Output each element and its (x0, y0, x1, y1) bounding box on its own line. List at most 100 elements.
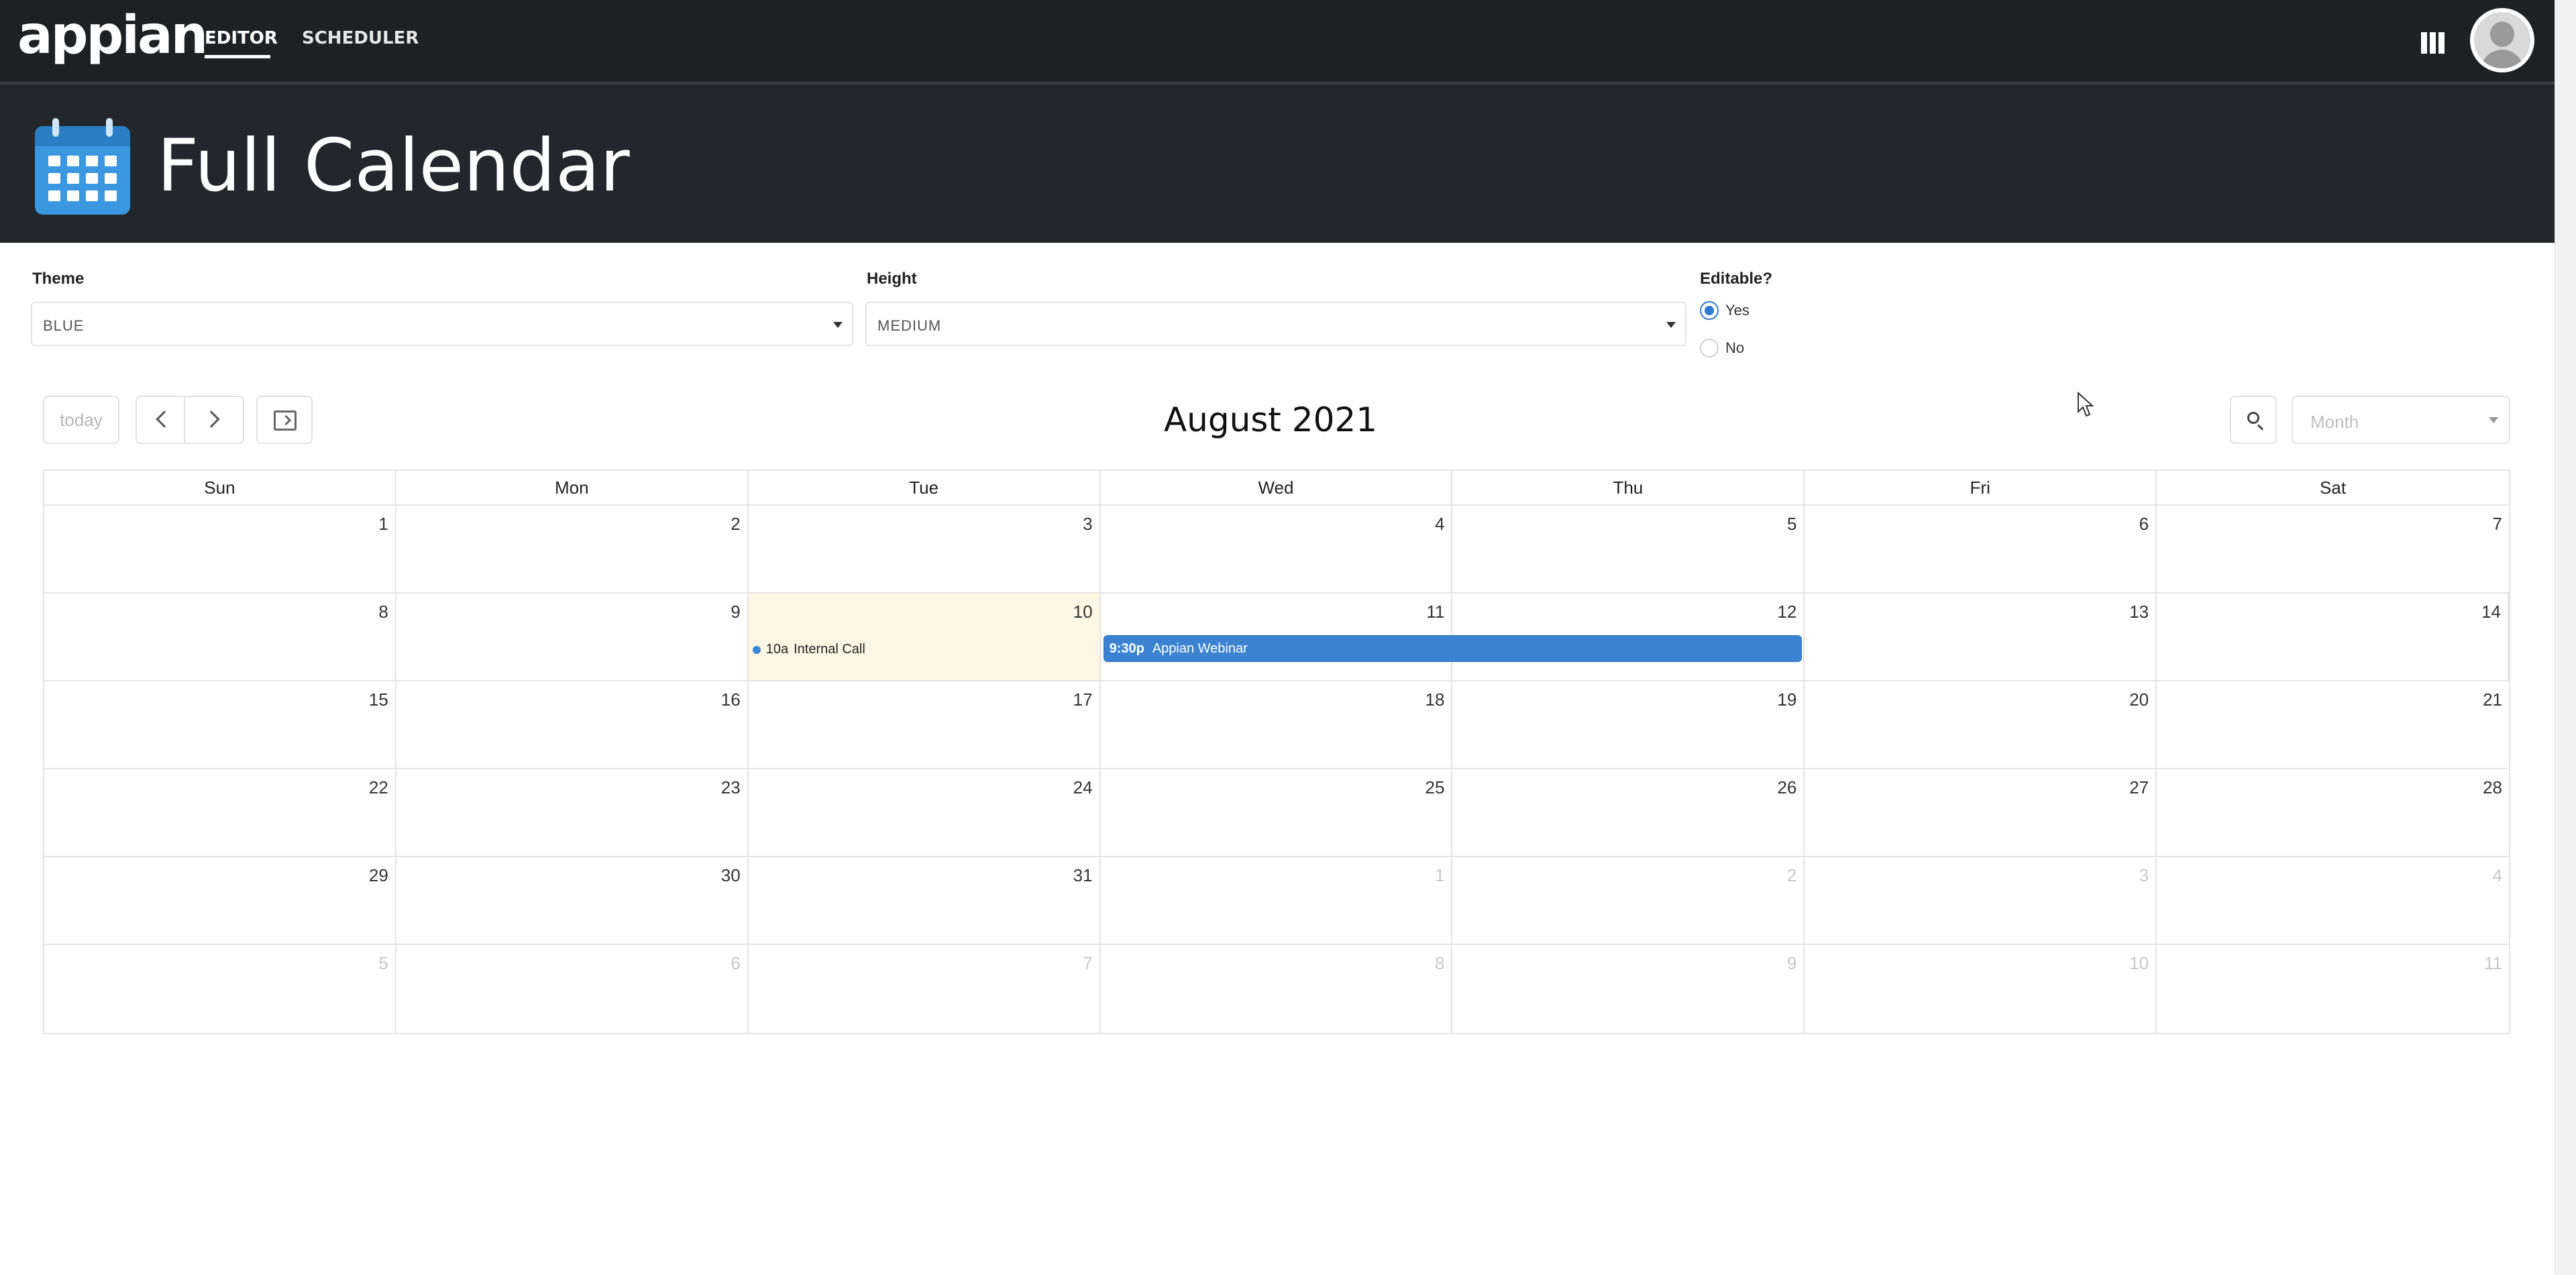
day-number[interactable]: 3 (2139, 865, 2149, 886)
day-number[interactable]: 26 (1777, 777, 1796, 798)
prev-month-button[interactable] (136, 396, 185, 444)
day-number[interactable]: 27 (2129, 777, 2149, 798)
day-number[interactable]: 2 (731, 514, 740, 535)
day-number[interactable]: 4 (2493, 865, 2502, 886)
calendar-day[interactable]: 8 (1101, 945, 1453, 1033)
day-number[interactable]: 12 (1777, 602, 1796, 622)
calendar-day[interactable]: 8 (44, 594, 396, 680)
calendar-day[interactable]: 28 (2157, 769, 2509, 856)
calendar-event[interactable]: 10a Internal Call (752, 642, 865, 657)
height-select[interactable]: MEDIUM (865, 302, 1686, 346)
calendar-day[interactable]: 7 (749, 945, 1101, 1033)
day-number[interactable]: 20 (2129, 689, 2149, 710)
day-number[interactable]: 21 (2483, 689, 2502, 710)
next-month-button[interactable] (184, 396, 244, 444)
apps-grid-icon[interactable] (2421, 32, 2448, 54)
day-number[interactable]: 5 (378, 953, 388, 974)
day-number[interactable]: 30 (721, 865, 741, 886)
calendar-day[interactable]: 23 (396, 769, 749, 856)
day-number[interactable]: 7 (2493, 514, 2502, 535)
calendar-day[interactable]: 20 (1805, 681, 2157, 768)
calendar-day[interactable]: 14 (2157, 594, 2509, 680)
calendar-day[interactable]: 26 (1452, 769, 1805, 856)
day-number[interactable]: 6 (731, 953, 740, 974)
calendar-day[interactable]: 17 (749, 681, 1101, 768)
day-number[interactable]: 13 (2129, 602, 2149, 622)
tab-scheduler[interactable]: SCHEDULER (302, 30, 419, 47)
day-number[interactable]: 16 (721, 689, 741, 710)
day-number[interactable]: 19 (1777, 689, 1796, 710)
day-number[interactable]: 15 (369, 689, 388, 710)
scrollbar[interactable] (2555, 0, 2576, 1275)
calendar-day[interactable]: 29 (44, 857, 396, 944)
calendar-day[interactable]: 27 (1805, 769, 2157, 856)
day-number[interactable]: 4 (1435, 514, 1444, 535)
calendar-day[interactable]: 5 (1452, 506, 1805, 592)
day-number[interactable]: 11 (2484, 953, 2502, 974)
calendar-day[interactable]: 31 (749, 857, 1101, 944)
day-number[interactable]: 23 (721, 777, 741, 798)
calendar-day[interactable]: 19 (1452, 681, 1805, 768)
theme-select[interactable]: BLUE (31, 302, 853, 346)
calendar-day[interactable]: 7 (2157, 506, 2509, 592)
calendar-day[interactable]: 11 (2157, 945, 2509, 1033)
calendar-day[interactable]: 18 (1101, 681, 1453, 768)
radio-no[interactable] (1700, 339, 1719, 357)
tab-editor[interactable]: EDITOR (205, 30, 278, 47)
day-number[interactable]: 11 (1426, 602, 1444, 622)
day-number[interactable]: 18 (1426, 689, 1445, 710)
search-button[interactable] (2230, 396, 2277, 444)
calendar-day[interactable]: 9 (396, 594, 749, 680)
day-number[interactable]: 14 (2481, 602, 2501, 622)
calendar-day[interactable]: 15 (44, 681, 396, 768)
calendar-day-today[interactable]: 10 10a Internal Call (748, 594, 1101, 680)
day-number[interactable]: 25 (1426, 777, 1445, 798)
day-number[interactable]: 1 (378, 514, 388, 535)
calendar-day[interactable]: 16 (396, 681, 749, 768)
day-number[interactable]: 10 (1073, 602, 1093, 622)
calendar-event[interactable]: 9:30p Appian Webinar (1103, 635, 1803, 662)
appian-logo[interactable]: appian (17, 9, 208, 62)
day-number[interactable]: 7 (1083, 953, 1092, 974)
calendar-day[interactable]: 13 (1805, 594, 2157, 680)
calendar-day[interactable]: 24 (749, 769, 1101, 856)
day-number[interactable]: 29 (369, 865, 388, 886)
day-number[interactable]: 28 (2483, 777, 2502, 798)
day-number[interactable]: 9 (731, 602, 740, 622)
calendar-day[interactable]: 1 (44, 506, 396, 592)
calendar-day[interactable]: 10 (1805, 945, 2157, 1033)
calendar-day[interactable]: 3 (1805, 857, 2157, 944)
day-number[interactable]: 10 (2129, 953, 2149, 974)
day-number[interactable]: 3 (1083, 514, 1092, 535)
day-number[interactable]: 24 (1073, 777, 1093, 798)
day-number[interactable]: 17 (1073, 689, 1093, 710)
editable-option-no[interactable]: No (1700, 338, 1744, 358)
day-number[interactable]: 9 (1787, 953, 1796, 974)
calendar-day[interactable]: 2 (1452, 857, 1805, 944)
calendar-day[interactable]: 21 (2157, 681, 2509, 768)
day-number[interactable]: 1 (1435, 865, 1444, 886)
calendar-day[interactable]: 22 (44, 769, 396, 856)
day-number[interactable]: 8 (1435, 953, 1444, 974)
day-number[interactable]: 8 (378, 602, 388, 622)
radio-yes[interactable] (1700, 301, 1719, 320)
day-number[interactable]: 5 (1787, 514, 1796, 535)
calendar-day[interactable]: 1 (1101, 857, 1453, 944)
view-select[interactable]: Month (2292, 396, 2510, 444)
day-number[interactable]: 31 (1073, 865, 1093, 886)
calendar-day[interactable]: 4 (1101, 506, 1453, 592)
calendar-day[interactable]: 25 (1101, 769, 1453, 856)
day-number[interactable]: 2 (1787, 865, 1796, 886)
calendar-day[interactable]: 2 (396, 506, 749, 592)
user-avatar[interactable] (2470, 8, 2534, 72)
export-button[interactable] (256, 396, 313, 444)
calendar-day[interactable]: 3 (749, 506, 1101, 592)
editable-option-yes[interactable]: Yes (1700, 300, 1750, 321)
calendar-day[interactable]: 6 (396, 945, 749, 1033)
calendar-day[interactable]: 9 (1452, 945, 1805, 1033)
day-number[interactable]: 22 (369, 777, 388, 798)
today-button[interactable]: today (43, 396, 119, 444)
calendar-day[interactable]: 30 (396, 857, 749, 944)
day-number[interactable]: 6 (2139, 514, 2149, 535)
calendar-day[interactable]: 6 (1805, 506, 2157, 592)
